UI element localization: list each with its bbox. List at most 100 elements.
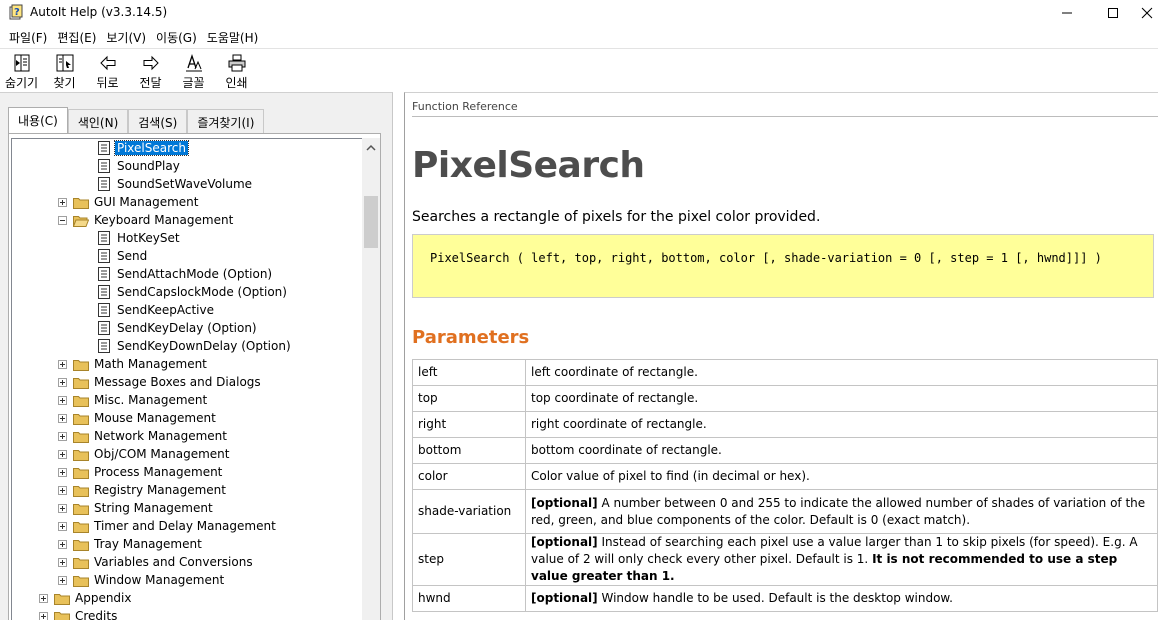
- topic-content: Function Reference PixelSearch Searches …: [404, 92, 1158, 620]
- page-icon: [96, 249, 112, 263]
- forward-button[interactable]: 전달: [129, 49, 172, 91]
- tree-folder[interactable]: Variables and Conversions: [58, 553, 255, 571]
- expand-icon[interactable]: [39, 593, 48, 603]
- tree-item[interactable]: HotKeySet: [96, 229, 182, 247]
- folder-icon: [73, 357, 89, 371]
- tree-folder[interactable]: Timer and Delay Management: [58, 517, 278, 535]
- tree-folder[interactable]: GUI Management: [58, 193, 200, 211]
- tree-item[interactable]: SoundPlay: [96, 157, 182, 175]
- description-text: Window handle to be used. Default is the…: [597, 591, 953, 605]
- menu-edit[interactable]: 편집(E): [52, 27, 101, 47]
- expand-icon[interactable]: [58, 359, 67, 369]
- menu-help[interactable]: 도움말(H): [202, 27, 264, 47]
- tree-folder[interactable]: Window Management: [58, 571, 226, 589]
- expand-icon[interactable]: [58, 467, 67, 477]
- tree-item[interactable]: SendKeyDownDelay (Option): [96, 337, 293, 355]
- font-icon: [185, 53, 202, 72]
- collapse-icon[interactable]: [58, 215, 67, 225]
- expand-icon[interactable]: [58, 557, 67, 567]
- tree-folder[interactable]: Message Boxes and Dialogs: [58, 373, 263, 391]
- expand-icon[interactable]: [58, 503, 67, 513]
- tree-item-label: Variables and Conversions: [94, 555, 253, 569]
- locate-button[interactable]: 찾기: [43, 49, 86, 91]
- tree-item[interactable]: PixelSearch: [96, 139, 189, 157]
- tree-folder[interactable]: Mouse Management: [58, 409, 218, 427]
- parameter-row: left left coordinate of rectangle.: [412, 359, 1158, 386]
- expand-icon[interactable]: [58, 431, 67, 441]
- tree-item[interactable]: SendKeyDelay (Option): [96, 319, 259, 337]
- tree-item-label: HotKeySet: [117, 231, 180, 245]
- folder-icon: [54, 591, 70, 605]
- menu-bar: 파일(F) 편집(E) 보기(V) 이동(G) 도움말(H): [0, 27, 1158, 47]
- contents-tab-page: PixelSearch SoundPlay SoundSetWaveVolume GU…: [8, 133, 381, 620]
- tree-item[interactable]: SendCapslockMode (Option): [96, 283, 289, 301]
- back-button[interactable]: 뒤로: [86, 49, 129, 91]
- scrollbar-thumb[interactable]: [364, 196, 378, 248]
- tree-item[interactable]: SendAttachMode (Option): [96, 265, 274, 283]
- hide-icon: [14, 54, 29, 72]
- expand-icon[interactable]: [58, 377, 67, 387]
- tree-item-label: Timer and Delay Management: [94, 519, 276, 533]
- expand-icon[interactable]: [58, 449, 67, 459]
- expand-icon[interactable]: [58, 485, 67, 495]
- tab-contents[interactable]: 내용(C): [8, 107, 68, 133]
- tree-folder[interactable]: Misc. Management: [58, 391, 209, 409]
- function-summary: Searches a rectangle of pixels for the p…: [412, 209, 821, 225]
- folder-icon: [73, 537, 89, 551]
- expand-icon[interactable]: [58, 413, 67, 423]
- page-icon: [96, 231, 112, 245]
- tree-item-label: Appendix: [75, 591, 132, 605]
- hide-button[interactable]: 숨기기: [0, 49, 43, 91]
- expand-icon[interactable]: [58, 575, 67, 585]
- menu-file[interactable]: 파일(F): [4, 27, 52, 47]
- tree-folder[interactable]: Math Management: [58, 355, 209, 373]
- hide-label: 숨기기: [4, 76, 39, 90]
- tree-folder[interactable]: Appendix: [39, 589, 133, 607]
- parameter-name: step: [412, 533, 526, 586]
- parameter-name: bottom: [412, 437, 526, 464]
- tree-folder[interactable]: Registry Management: [58, 481, 228, 499]
- maximize-button[interactable]: [1090, 0, 1136, 26]
- tree-folder[interactable]: Process Management: [58, 463, 224, 481]
- locate-label: 찾기: [53, 76, 76, 90]
- print-label: 인쇄: [225, 76, 248, 90]
- page-icon: [96, 285, 112, 299]
- tree-item-label: Mouse Management: [94, 411, 216, 425]
- minimize-button[interactable]: [1044, 0, 1090, 26]
- tree-item[interactable]: SoundSetWaveVolume: [96, 175, 254, 193]
- tree-item[interactable]: SendKeepActive: [96, 301, 216, 319]
- expand-icon[interactable]: [58, 521, 67, 531]
- parameter-row: shade-variation [optional] A number betwe…: [412, 489, 1158, 534]
- tree-folder[interactable]: Keyboard Management: [58, 211, 235, 229]
- font-button[interactable]: 글꼴: [172, 49, 215, 91]
- print-button[interactable]: 인쇄: [215, 49, 258, 91]
- tree-item-label: PixelSearch: [114, 140, 189, 156]
- tab-index[interactable]: 색인(N): [67, 109, 129, 133]
- scroll-up-icon[interactable]: [366, 144, 376, 152]
- tree-item-label: SoundSetWaveVolume: [117, 177, 253, 191]
- expand-icon[interactable]: [58, 197, 67, 207]
- tree-folder[interactable]: String Management: [58, 499, 215, 517]
- tree-scrollbar[interactable]: [362, 138, 380, 620]
- tab-favorites[interactable]: 즐겨찾기(I): [187, 109, 265, 133]
- menu-view[interactable]: 보기(V): [101, 27, 151, 47]
- back-label: 뒤로: [96, 76, 119, 90]
- menu-go[interactable]: 이동(G): [151, 27, 202, 47]
- help-app-icon: ?: [8, 4, 24, 20]
- folder-icon: [73, 483, 89, 497]
- tree-folder[interactable]: Network Management: [58, 427, 229, 445]
- tree-item[interactable]: Send: [96, 247, 149, 265]
- tab-search[interactable]: 검색(S): [128, 109, 188, 133]
- expand-icon[interactable]: [58, 395, 67, 405]
- contents-tree[interactable]: PixelSearch SoundPlay SoundSetWaveVolume GU…: [11, 138, 364, 620]
- tree-folder[interactable]: Tray Management: [58, 535, 204, 553]
- expand-icon[interactable]: [39, 611, 48, 620]
- parameter-name: color: [412, 463, 526, 490]
- tree-folder[interactable]: Obj/COM Management: [58, 445, 231, 463]
- tree-item-label: Keyboard Management: [94, 213, 234, 227]
- window-title: AutoIt Help (v3.3.14.5): [30, 5, 168, 19]
- folder-icon: [73, 375, 89, 389]
- close-button[interactable]: [1136, 0, 1158, 26]
- tree-folder[interactable]: Credits: [39, 607, 119, 620]
- expand-icon[interactable]: [58, 539, 67, 549]
